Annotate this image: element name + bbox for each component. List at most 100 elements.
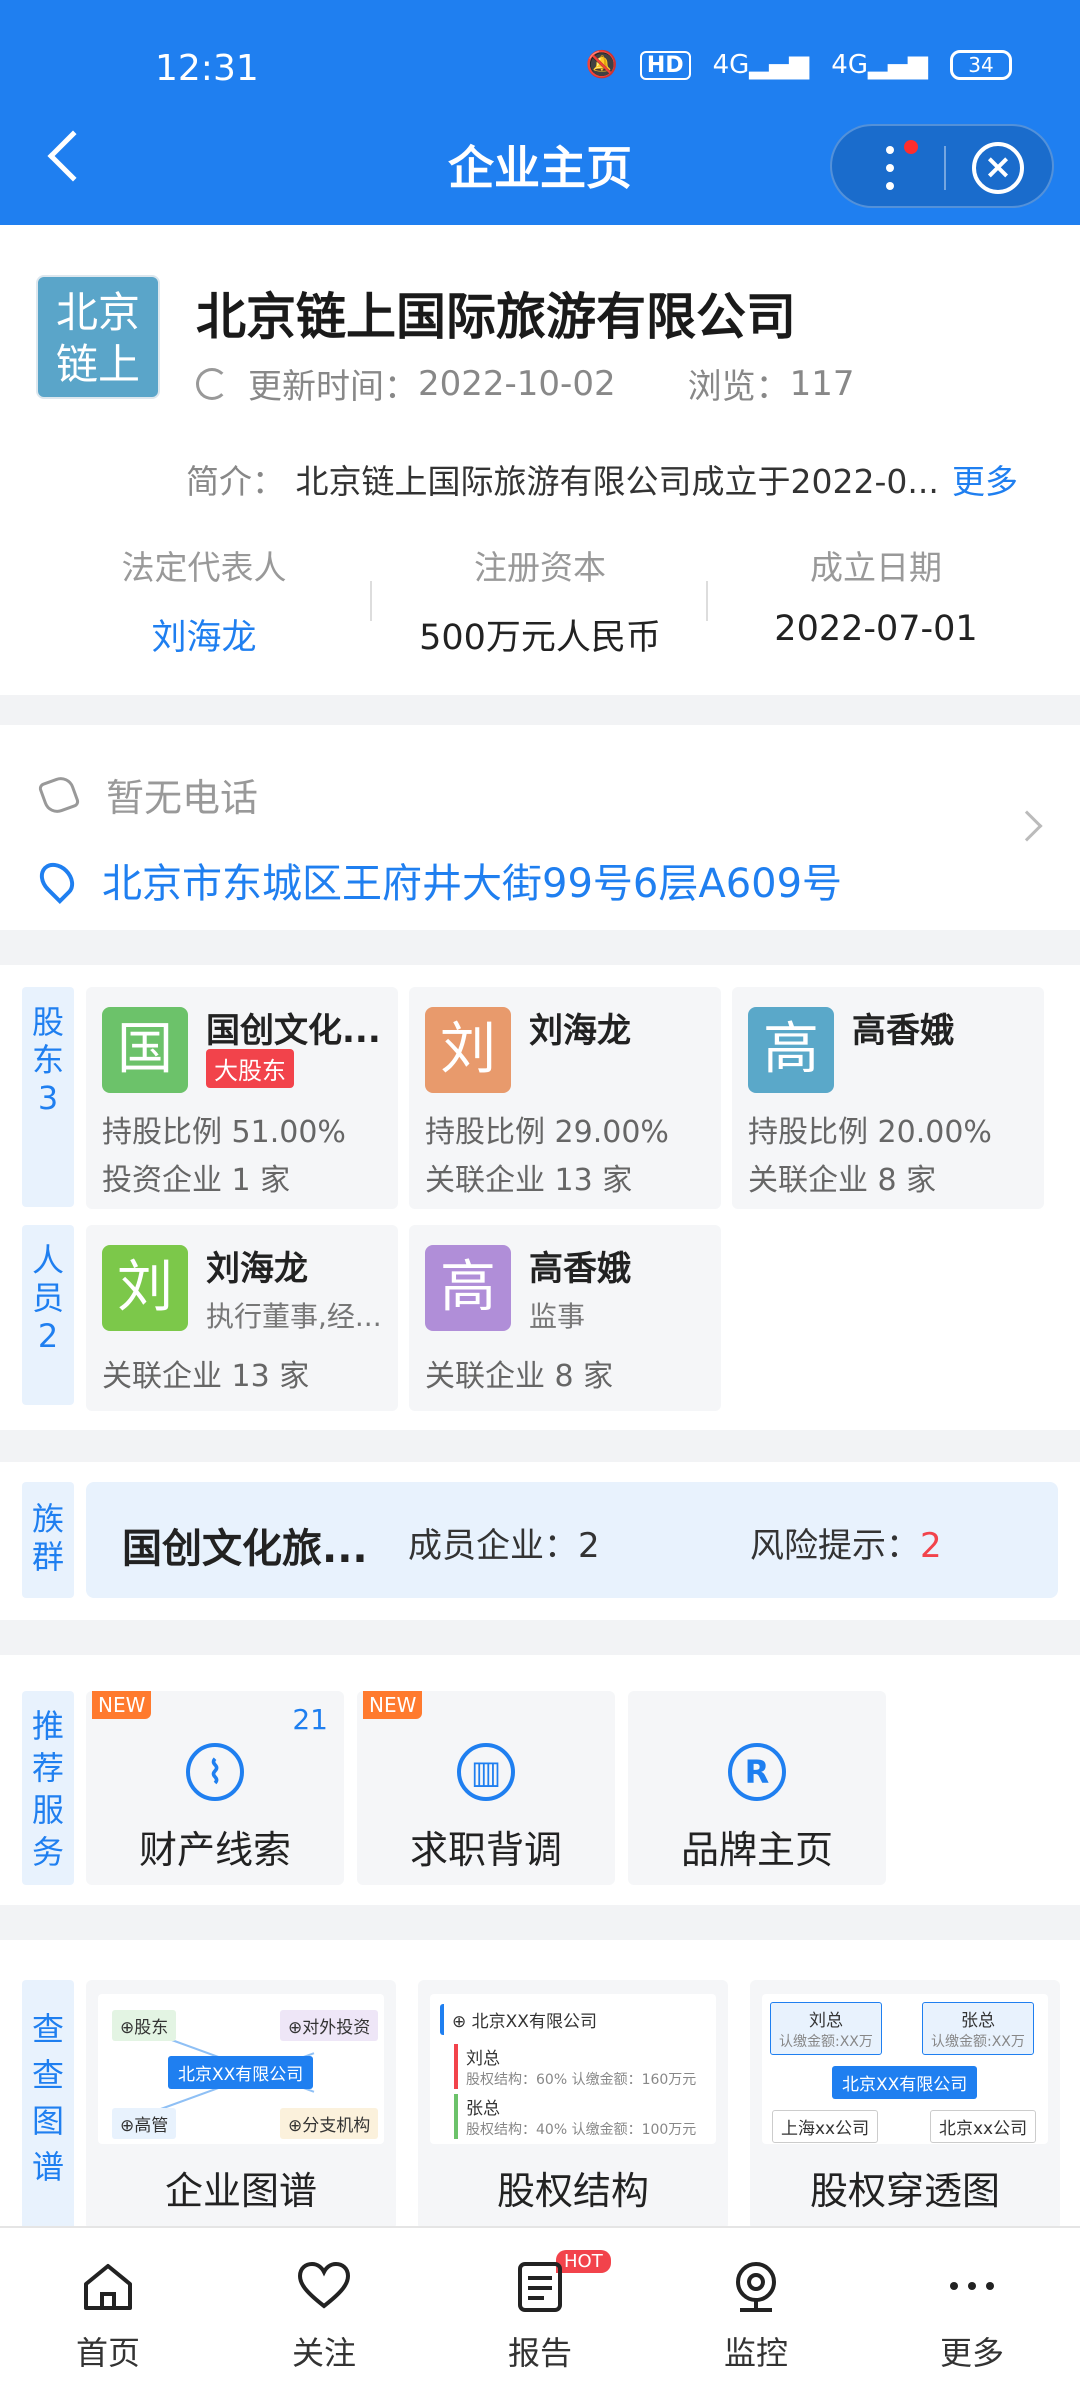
staff-name: 刘海龙 bbox=[206, 1249, 308, 1289]
graph-equity-penetration[interactable]: 刘总 认缴金额:XX万 张总 认缴金额:XX万 北京XX有限公司 上海xx公司 … bbox=[750, 1980, 1060, 2230]
status-icons: 🔕 HD 4G▂▄▆ 4G▂▄▆ 34 bbox=[586, 50, 1012, 80]
chevron-right-icon[interactable] bbox=[1011, 810, 1043, 842]
graph-equity-structure[interactable]: ⊕ 北京XX有限公司 刘总 股权结构：60% 认缴金额：160万元 张总 股权结… bbox=[418, 1980, 728, 2230]
group-risk: 风险提示：2 bbox=[750, 1518, 942, 1567]
fact-label: 法定代表人 bbox=[121, 548, 287, 587]
risk-value: 2 bbox=[920, 1526, 942, 1566]
notification-dot bbox=[904, 140, 918, 154]
top-header: 12:31 🔕 HD 4G▂▄▆ 4G▂▄▆ 34 企业主页 × bbox=[0, 0, 1080, 225]
heart-icon bbox=[296, 2258, 352, 2314]
graph-enterprise[interactable]: ⊕股东 ⊕对外投资 北京XX有限公司 ⊕高管 ⊕分支机构 企业图谱 bbox=[86, 1980, 396, 2230]
monitor-icon bbox=[728, 2258, 784, 2314]
service-job-check[interactable]: NEW ▥ 求职背调 bbox=[357, 1691, 615, 1885]
preview-node: 北京xx公司 bbox=[930, 2110, 1037, 2143]
preview-node: 张总 认缴金额:XX万 bbox=[922, 2002, 1034, 2055]
more-link[interactable]: 更多 bbox=[952, 455, 1018, 503]
avatar: 刘 bbox=[425, 1007, 511, 1093]
avatar: 高 bbox=[748, 1007, 834, 1093]
group-card[interactable]: 国创文化旅... 成员企业：2 风险提示：2 bbox=[86, 1482, 1058, 1598]
graph-label: 股权结构 bbox=[496, 2169, 649, 2213]
service-label: 求职背调 bbox=[409, 1828, 562, 1872]
tab-staff[interactable]: 人员2 bbox=[22, 1225, 74, 1405]
tab-label: 股东3 bbox=[31, 1003, 64, 1117]
nav-label: 首页 bbox=[75, 2334, 140, 2372]
enterprise-graph-preview: ⊕股东 ⊕对外投资 北京XX有限公司 ⊕高管 ⊕分支机构 bbox=[98, 1994, 384, 2144]
report-icon bbox=[512, 2258, 568, 2314]
address-row[interactable]: 北京市东城区王府井大街99号6层A609号 bbox=[32, 851, 842, 909]
holder-detail: 股权结构：60% 认缴金额：160万元 bbox=[466, 2072, 697, 2088]
holder-detail: 股权结构：40% 认缴金额：100万元 bbox=[466, 2122, 697, 2138]
update-line: 更新时间： 2022-10-02 浏览： 117 bbox=[196, 359, 855, 408]
legal-rep-link[interactable]: 刘海龙 bbox=[36, 609, 372, 660]
tab-label: 推荐服务 bbox=[31, 1707, 64, 1871]
preview-node: ⊕股东 bbox=[112, 2010, 177, 2041]
intro-label: 简介： bbox=[186, 462, 285, 501]
shareholder-card[interactable]: 国 国创文化... 大股东 持股比例 51.00% 投资企业 1 家 bbox=[86, 987, 398, 1209]
close-icon[interactable]: × bbox=[972, 142, 1024, 194]
company-logo: 北京链上 bbox=[36, 275, 160, 399]
tab-label: 查查图谱 bbox=[31, 2010, 64, 2186]
phone-icon bbox=[37, 772, 81, 817]
capsule-divider bbox=[944, 146, 946, 190]
company-name: 北京链上国际旅游有限公司 bbox=[196, 288, 796, 346]
nav-follow[interactable]: 关注 bbox=[216, 2228, 432, 2400]
people-section: 股东3 国 国创文化... 大股东 持股比例 51.00% 投资企业 1 家 刘… bbox=[0, 965, 1080, 1430]
staff-card[interactable]: 刘 刘海龙 执行董事,经... 关联企业 13 家 bbox=[86, 1225, 398, 1411]
views-label: 浏览： bbox=[687, 367, 790, 407]
refresh-icon bbox=[196, 367, 228, 400]
node-name: 张总 bbox=[960, 2011, 995, 2031]
holder-name: 张总 bbox=[466, 2099, 500, 2119]
staff-card[interactable]: 高 高香娥 监事 关联企业 8 家 bbox=[409, 1225, 721, 1411]
service-brand-page[interactable]: R 品牌主页 bbox=[628, 1691, 886, 1885]
new-badge: NEW bbox=[92, 1691, 152, 1719]
tab-label: 族群 bbox=[31, 1500, 64, 1576]
preview-center: 北京XX有限公司 bbox=[832, 2066, 978, 2099]
nav-more[interactable]: 更多 bbox=[864, 2228, 1080, 2400]
graphs-section: 查查图谱 ⊕股东 ⊕对外投资 北京XX有限公司 ⊕高管 ⊕分支机构 企业图谱 ⊕… bbox=[0, 1940, 1080, 2230]
update-label: 更新时间： bbox=[248, 367, 418, 407]
preview-center: 北京XX有限公司 bbox=[168, 2056, 314, 2089]
tab-shareholders[interactable]: 股东3 bbox=[22, 987, 74, 1207]
service-property-clues[interactable]: NEW 21 ⌇ 财产线索 bbox=[86, 1691, 344, 1885]
preview-node: ⊕对外投资 bbox=[280, 2010, 379, 2041]
preview-holder: 刘总 股权结构：60% 认缴金额：160万元 bbox=[454, 2044, 696, 2089]
update-value: 2022-10-02 bbox=[418, 363, 616, 404]
fact-legal-rep[interactable]: 法定代表人 刘海龙 bbox=[36, 541, 372, 660]
tab-group[interactable]: 族群 bbox=[22, 1482, 74, 1598]
views-value: 117 bbox=[789, 363, 855, 404]
shareholder-name: 刘海龙 bbox=[529, 1011, 631, 1051]
node-name: 刘总 bbox=[808, 2011, 843, 2031]
service-label: 品牌主页 bbox=[680, 1828, 833, 1872]
nav-monitor[interactable]: 监控 bbox=[648, 2228, 864, 2400]
avatar: 刘 bbox=[102, 1245, 188, 1331]
new-badge: NEW bbox=[363, 1691, 423, 1719]
holder-name: 刘总 bbox=[466, 2049, 500, 2069]
fact-founded: 成立日期 2022-07-01 bbox=[708, 541, 1044, 660]
company-facts: 法定代表人 刘海龙 注册资本 500万元人民币 成立日期 2022-07-01 bbox=[0, 541, 1080, 660]
preview-node: 刘总 认缴金额:XX万 bbox=[770, 2002, 882, 2055]
shareholder-name: 国创文化... bbox=[206, 1011, 381, 1051]
equity-structure-preview: ⊕ 北京XX有限公司 刘总 股权结构：60% 认缴金额：160万元 张总 股权结… bbox=[430, 1994, 716, 2144]
tab-label: 人员2 bbox=[31, 1241, 64, 1355]
status-time: 12:31 bbox=[155, 48, 259, 89]
contact-card[interactable]: 暂无电话 北京市东城区王府井大街99号6层A609号 bbox=[0, 725, 1080, 930]
bottom-nav: 首页 关注 HOT 报告 监控 更多 bbox=[0, 2226, 1080, 2400]
preview-holder: 张总 股权结构：40% 认缴金额：100万元 bbox=[454, 2094, 696, 2139]
related-count: 关联企业 13 家 bbox=[102, 1359, 310, 1394]
node-sub: 认缴金额:XX万 bbox=[931, 2034, 1025, 2050]
address-text[interactable]: 北京市东城区王府井大街99号6层A609号 bbox=[102, 851, 842, 909]
registered-icon: R bbox=[728, 1743, 786, 1801]
preview-node: ⊕高管 bbox=[112, 2108, 177, 2139]
tab-graphs[interactable]: 查查图谱 bbox=[22, 1980, 74, 2230]
nav-home[interactable]: 首页 bbox=[0, 2228, 216, 2400]
members-value: 2 bbox=[578, 1526, 600, 1566]
home-icon bbox=[80, 2258, 136, 2314]
graph-label: 股权穿透图 bbox=[809, 2169, 1000, 2213]
nav-label: 监控 bbox=[723, 2334, 788, 2372]
menu-dots-icon[interactable] bbox=[886, 146, 894, 190]
tab-services[interactable]: 推荐服务 bbox=[22, 1691, 74, 1885]
shareholder-card[interactable]: 刘 刘海龙 持股比例 29.00% 关联企业 13 家 bbox=[409, 987, 721, 1209]
service-count: 21 bbox=[292, 1703, 328, 1736]
nav-report[interactable]: HOT 报告 bbox=[432, 2228, 648, 2400]
shareholder-card[interactable]: 高 高香娥 持股比例 20.00% 关联企业 8 家 bbox=[732, 987, 1044, 1209]
